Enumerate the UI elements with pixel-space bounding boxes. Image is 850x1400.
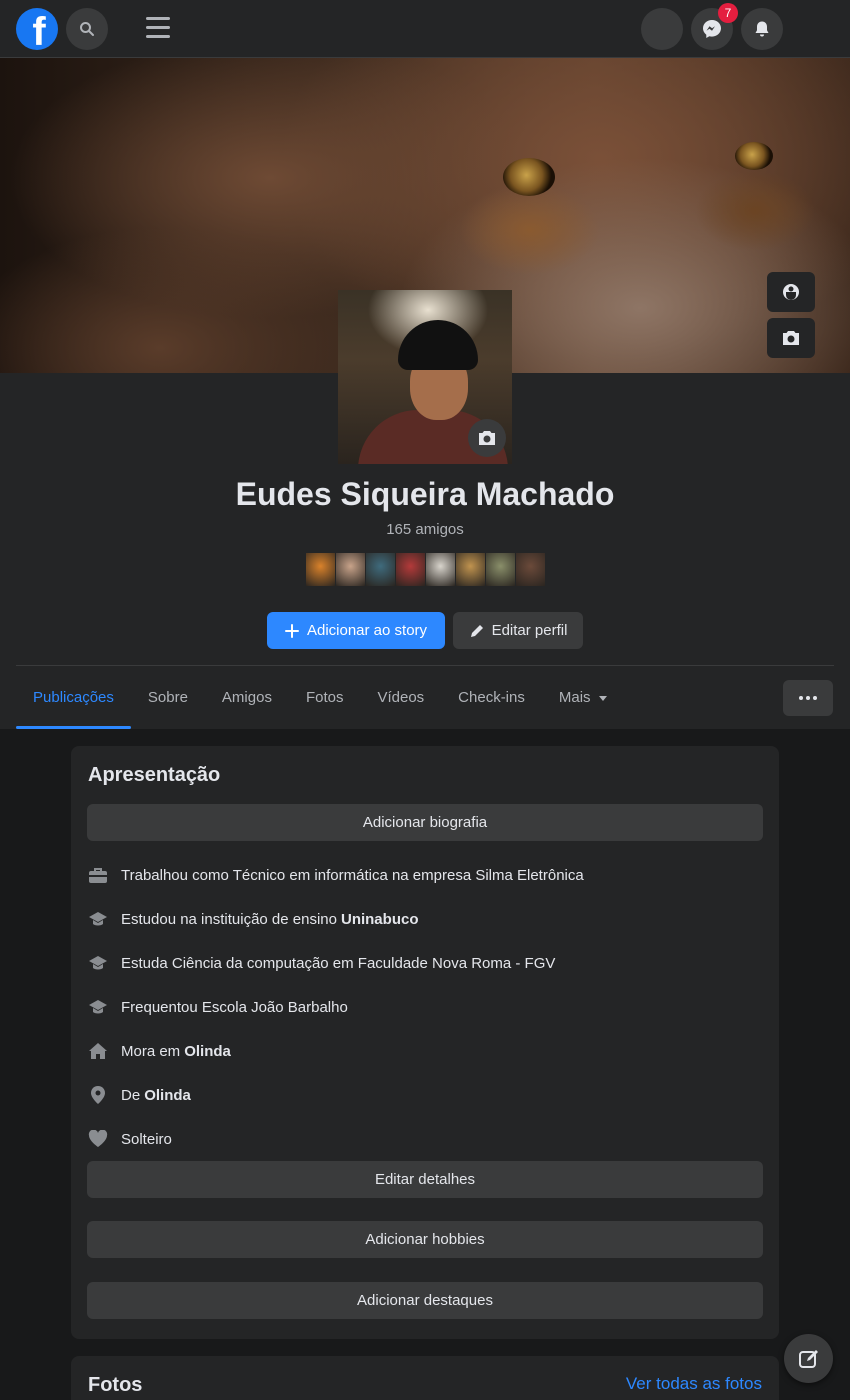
notifications-button[interactable] <box>741 8 783 50</box>
compose-post-button[interactable] <box>784 1334 833 1383</box>
friend-avatar-thumb[interactable] <box>426 553 456 586</box>
add-bio-button[interactable]: Adicionar biografia <box>87 804 763 841</box>
location-pin-icon <box>87 1084 109 1106</box>
friend-avatar-thumb[interactable] <box>306 553 336 586</box>
detail-from-city[interactable]: Olinda <box>144 1087 191 1104</box>
top-navigation-bar: f 7 <box>0 0 850 58</box>
facebook-logo-icon[interactable]: f <box>16 8 58 50</box>
tab-sobre[interactable]: Sobre <box>131 667 205 729</box>
detail-work: Trabalhou como Técnico em informática na… <box>87 864 584 886</box>
camera-icon <box>479 431 495 445</box>
add-to-story-button[interactable]: Adicionar ao story <box>267 612 445 649</box>
tab-publicacoes[interactable]: Publicações <box>16 667 131 729</box>
edit-profile-button[interactable]: Editar perfil <box>453 612 583 649</box>
add-hobbies-button[interactable]: Adicionar hobbies <box>87 1221 763 1258</box>
tab-check-ins[interactable]: Check-ins <box>441 667 542 729</box>
camera-icon <box>783 331 799 345</box>
tab-fotos[interactable]: Fotos <box>289 667 361 729</box>
edit-profile-label: Editar perfil <box>491 622 568 639</box>
friend-avatar-thumb[interactable] <box>336 553 366 586</box>
graduation-cap-icon <box>87 996 109 1018</box>
intro-card: Apresentação Adicionar biografia Trabalh… <box>71 746 779 1339</box>
detail-from: De Olinda <box>87 1084 191 1106</box>
detail-from-text: De <box>121 1086 141 1104</box>
detail-education: Estudou na instituição de ensino Uninabuc… <box>87 908 418 930</box>
messenger-unread-badge: 7 <box>718 3 738 23</box>
heart-icon <box>87 1128 109 1150</box>
search-button[interactable] <box>66 8 108 50</box>
detail-lives-in: Mora em Olinda <box>87 1040 231 1062</box>
avatar-cover-button[interactable] <box>767 272 815 312</box>
header-divider <box>16 665 834 666</box>
edit-details-button[interactable]: Editar detalhes <box>87 1161 763 1198</box>
plus-icon <box>284 623 299 638</box>
menu-icon[interactable] <box>146 17 170 41</box>
photos-card: Fotos Ver todas as fotos <box>71 1356 779 1400</box>
profile-name: Eudes Siqueira Machado <box>235 476 615 512</box>
compose-icon <box>798 1349 818 1368</box>
detail-lives-in-city[interactable]: Olinda <box>184 1043 231 1060</box>
intro-title: Apresentação <box>88 764 221 786</box>
graduation-cap-icon <box>87 908 109 930</box>
add-to-story-label: Adicionar ao story <box>306 622 428 639</box>
detail-work-text: Trabalhou como Técnico em informática na… <box>121 866 584 884</box>
friends-avatars-strip[interactable] <box>306 553 546 586</box>
more-options-button[interactable] <box>783 680 833 716</box>
detail-lives-in-text: Mora em <box>121 1042 181 1060</box>
graduation-cap-icon <box>87 952 109 974</box>
pencil-icon <box>470 624 483 637</box>
detail-school-text: Frequentou Escola João Barbalho <box>121 998 348 1016</box>
profile-picture-hair <box>398 320 478 370</box>
tab-mais[interactable]: Mais <box>542 667 624 729</box>
photos-title: Fotos <box>88 1374 143 1396</box>
tab-mais-label: Mais <box>558 689 591 706</box>
briefcase-icon <box>87 864 109 886</box>
profile-tabs: Publicações Sobre Amigos Fotos Vídeos Ch… <box>16 667 624 729</box>
detail-education-text: Estudou na instituição de ensino <box>121 910 337 928</box>
account-avatar-button[interactable] <box>641 8 683 50</box>
edit-cover-photo-button[interactable] <box>767 318 815 358</box>
cover-photo-dog-eye <box>503 158 555 196</box>
add-highlights-button[interactable]: Adicionar destaques <box>87 1282 763 1319</box>
search-icon <box>80 22 94 36</box>
avatar-icon <box>783 284 799 300</box>
home-icon <box>87 1040 109 1062</box>
detail-relationship: Solteiro <box>87 1128 172 1150</box>
bell-icon <box>755 21 769 37</box>
see-all-photos-link[interactable]: Ver todas as fotos <box>626 1374 762 1394</box>
detail-study-text: Estuda Ciência da computação em Faculdad… <box>121 954 556 972</box>
friend-avatar-thumb[interactable] <box>456 553 486 586</box>
friend-avatar-thumb[interactable] <box>516 553 546 586</box>
friend-avatar-thumb[interactable] <box>396 553 426 586</box>
friend-avatar-thumb[interactable] <box>486 553 516 586</box>
detail-school: Frequentou Escola João Barbalho <box>87 996 348 1018</box>
detail-education-school[interactable]: Uninabuco <box>341 911 419 928</box>
detail-relationship-text: Solteiro <box>121 1130 172 1148</box>
messenger-icon <box>703 20 721 38</box>
friend-avatar-thumb[interactable] <box>366 553 396 586</box>
tab-amigos[interactable]: Amigos <box>205 667 289 729</box>
tab-videos[interactable]: Vídeos <box>360 667 441 729</box>
detail-study: Estuda Ciência da computação em Faculdad… <box>87 952 555 974</box>
edit-profile-picture-button[interactable] <box>468 419 506 457</box>
friends-count[interactable]: 165 amigos <box>0 521 850 538</box>
chevron-down-icon <box>598 695 607 701</box>
cover-photo-dog-eye <box>735 142 773 170</box>
